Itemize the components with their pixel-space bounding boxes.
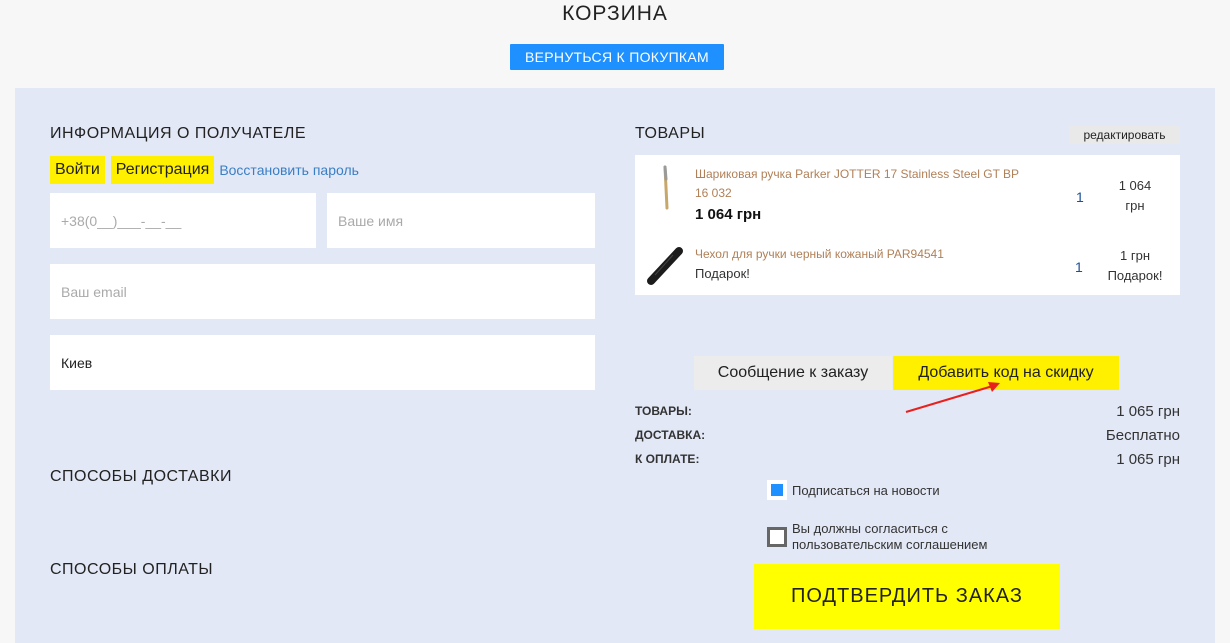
auth-links: Войти Регистрация Восстановить пароль	[50, 156, 359, 184]
summary-total-label: К ОПЛАТЕ:	[635, 452, 700, 466]
restore-password-link[interactable]: Восстановить пароль	[219, 162, 359, 178]
agreement-label: Вы должны согласиться с пользовательским…	[792, 521, 987, 553]
item-total: 1 064 грн	[1095, 176, 1175, 216]
cart-items: Шариковая ручка Parker JOTTER 17 Stainle…	[635, 155, 1180, 295]
cart-item: Чехол для ручки черный кожаный PAR94541 …	[635, 240, 1180, 295]
payment-title: СПОСОБЫ ОПЛАТЫ	[50, 561, 214, 578]
summary-delivery-value: Бесплатно	[1105, 427, 1180, 444]
recipient-title: ИНФОРМАЦИЯ О ПОЛУЧАТЕЛЕ	[50, 125, 307, 142]
agreement-row: Вы должны согласиться с пользовательским…	[767, 521, 987, 553]
item-gift-label: Подарок!	[695, 266, 750, 281]
name-input[interactable]	[327, 193, 595, 248]
subscribe-checkbox[interactable]	[767, 480, 787, 500]
phone-input[interactable]	[50, 193, 316, 248]
item-total-gift: Подарок!	[1107, 268, 1163, 283]
agreement-line-1: Вы должны согласиться с	[792, 521, 948, 536]
register-button[interactable]: Регистрация	[110, 156, 215, 184]
item-name[interactable]: Шариковая ручка Parker JOTTER 17 Stainle…	[695, 165, 1035, 203]
city-input[interactable]	[50, 335, 595, 390]
agreement-line-2: пользовательским соглашением	[792, 537, 988, 552]
order-message-button[interactable]: Сообщение к заказу	[694, 356, 892, 390]
cart-item: Шариковая ручка Parker JOTTER 17 Stainle…	[635, 155, 1180, 240]
summary-goods-value: 1 065 грн	[1116, 403, 1180, 420]
item-total-currency: грн	[1125, 198, 1145, 213]
agreement-checkbox[interactable]	[767, 527, 787, 547]
item-total-amount: 1 грн	[1120, 248, 1150, 263]
summary-goods-label: ТОВАРЫ:	[635, 404, 692, 418]
pen-thumbnail	[663, 165, 669, 210]
subscribe-label: Подписаться на новости	[792, 483, 940, 498]
item-price: 1 064 грн	[695, 206, 762, 223]
item-total: 1 грн Подарок!	[1095, 246, 1175, 286]
page-title: КОРЗИНА	[562, 2, 668, 25]
edit-cart-button[interactable]: редактировать	[1069, 126, 1180, 144]
delivery-title: СПОСОБЫ ДОСТАВКИ	[50, 468, 232, 485]
summary-total-value: 1 065 грн	[1116, 451, 1180, 468]
subscribe-row: Подписаться на новости	[767, 480, 940, 500]
cart-title: ТОВАРЫ	[635, 125, 706, 142]
email-input[interactable]	[50, 264, 595, 319]
confirm-order-button[interactable]: ПОДТВЕРДИТЬ ЗАКАЗ	[754, 564, 1060, 629]
pen-case-thumbnail	[647, 247, 683, 285]
summary-delivery-label: ДОСТАВКА:	[635, 428, 706, 442]
back-to-shopping-button[interactable]: ВЕРНУТЬСЯ К ПОКУПКАМ	[510, 44, 724, 70]
item-qty: 1	[1075, 259, 1083, 275]
item-total-amount: 1 064	[1118, 178, 1152, 193]
login-button[interactable]: Войти	[50, 156, 105, 184]
item-qty: 1	[1076, 189, 1084, 205]
item-name[interactable]: Чехол для ручки черный кожаный PAR94541	[695, 245, 1035, 264]
annotation-arrow-icon	[905, 382, 1000, 413]
